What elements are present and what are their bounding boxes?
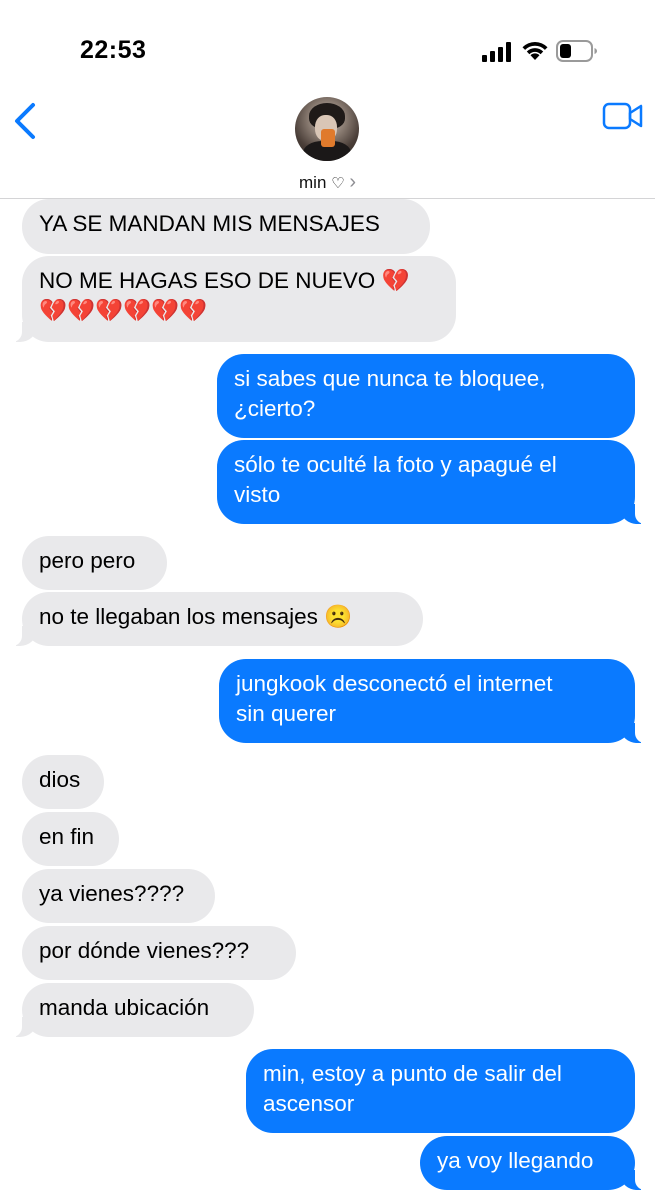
message-bubble-outgoing[interactable]: jungkook desconectó el internet sin quer… [219, 659, 645, 743]
battery-icon [556, 40, 597, 62]
message-bubble-incoming[interactable]: pero pero [22, 536, 167, 590]
message-text: dios [39, 767, 81, 792]
message-bubble-incoming[interactable]: NO ME HAGAS ESO DE NUEVO 💔 💔💔💔💔💔💔 [12, 256, 456, 342]
message-text: ya voy llegando [437, 1148, 594, 1173]
message-text: jungkook desconectó el internet [236, 671, 553, 696]
message-bubble-incoming[interactable]: manda ubicación [12, 983, 254, 1037]
message-text: sin querer [236, 701, 337, 726]
message-bubble-outgoing[interactable]: ya voy llegando [420, 1136, 645, 1190]
message-text: ascensor [263, 1091, 355, 1116]
avatar-phone [321, 129, 335, 147]
message-bubble-incoming[interactable]: no te llegaban los mensajes ☹️ [12, 592, 423, 646]
message-text: ¿cierto? [234, 396, 316, 421]
back-chevron-icon[interactable] [12, 102, 38, 140]
message-text: sólo te oculté la foto y apagué el [234, 452, 557, 477]
message-text: manda ubicación [39, 995, 210, 1020]
message-bubble-incoming[interactable]: en fin [22, 812, 119, 866]
status-bar: 22:53 [0, 0, 655, 90]
contact-avatar[interactable] [295, 97, 359, 161]
message-text: no te llegaban los mensajes ☹️ [39, 604, 353, 629]
message-bubble-outgoing[interactable]: si sabes que nunca te bloquee, ¿cierto? [217, 354, 635, 438]
contact-name: min [299, 172, 327, 192]
conversation-header: min ♡ › [0, 90, 655, 199]
contact-name-button[interactable]: min ♡ › [0, 171, 655, 194]
message-text-emojis: 💔💔💔💔💔💔 [39, 298, 208, 324]
message-text: en fin [39, 824, 95, 849]
message-text: min, estoy a punto de salir del [263, 1061, 562, 1086]
message-bubble-outgoing[interactable]: sólo te oculté la foto y apagué el visto [217, 440, 645, 524]
video-call-icon[interactable] [602, 102, 644, 130]
message-text: YA SE MANDAN MIS MENSAJES [39, 211, 380, 236]
message-text: NO ME HAGAS ESO DE NUEVO 💔 [39, 268, 410, 293]
message-bubble-incoming[interactable]: ya vienes???? [22, 869, 215, 923]
message-text: visto [234, 482, 281, 507]
chevron-right-icon: › [349, 171, 356, 193]
signal-icon [482, 42, 511, 62]
message-bubble-outgoing[interactable]: min, estoy a punto de salir del ascensor [246, 1049, 635, 1133]
message-bubble-incoming[interactable]: por dónde vienes??? [22, 926, 296, 980]
message-text: ya vienes???? [39, 881, 185, 906]
message-text: por dónde vienes??? [39, 938, 250, 963]
heart-icon: ♡ [331, 173, 345, 192]
message-text: si sabes que nunca te bloquee, [234, 366, 546, 391]
message-text: pero pero [39, 548, 136, 573]
message-bubble-incoming[interactable]: YA SE MANDAN MIS MENSAJES [22, 199, 430, 254]
message-bubble-incoming[interactable]: dios [22, 755, 104, 809]
wifi-icon [522, 41, 548, 60]
status-time: 22:53 [80, 36, 147, 64]
